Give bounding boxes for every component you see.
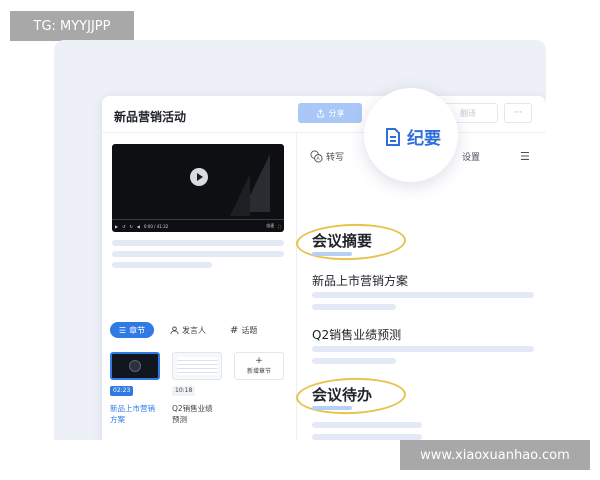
rewind-icon[interactable]: ↺ [122, 224, 125, 229]
tab-topics-label: 话题 [241, 325, 258, 335]
video-time: 0:00 / 41:32 [143, 223, 169, 229]
chapters-icon: ☰ [118, 325, 127, 335]
list-menu-icon[interactable]: ☰ [520, 150, 530, 163]
minutes-badge[interactable]: 纪要 [385, 124, 441, 149]
tab-topics[interactable]: # 话题 [230, 322, 257, 338]
more-button-label: ··· [513, 108, 523, 118]
skeleton-line [312, 304, 396, 310]
video-control-bar: ▶ ↺ ↻ ◀ 0:00 / 41:32 倍速 ⛶ [112, 220, 284, 232]
thumbnail-table [177, 357, 217, 375]
transcribe-tab[interactable]: A 转写 [310, 150, 344, 163]
plus-icon: + [255, 356, 263, 366]
skeleton-line [112, 262, 212, 268]
page-title: 新品营销活动 [114, 110, 187, 124]
video-player[interactable]: ▶ ↺ ↻ ◀ 0:00 / 41:32 倍速 ⛶ [112, 144, 284, 232]
translate-button-label: 翻译 [460, 108, 476, 118]
chapter-title[interactable]: Q2销售业绩 预测 [172, 403, 213, 425]
share-button-label: 分享 [328, 108, 345, 118]
settings-label: 设置 [462, 153, 481, 163]
chapter-title-line: 预测 [172, 415, 187, 424]
transcribe-label: 转写 [326, 153, 345, 163]
chapter-time: 02:23 [110, 386, 134, 396]
chapter-title-line: 新品上市营销 [110, 404, 155, 413]
play-icon[interactable] [190, 168, 208, 186]
forward-icon[interactable]: ↻ [129, 224, 132, 229]
video-graphic-shadow [230, 174, 250, 216]
summary-underline [312, 252, 352, 256]
background-canvas: 新品营销活动 分享 翻译 ··· ▶ ↺ ↻ ◀ 0:00 / 41:32 倍速… [54, 40, 546, 440]
skeleton-line [112, 240, 284, 246]
settings-tab[interactable]: 设置 [462, 150, 480, 163]
chapter-thumbnail[interactable] [172, 352, 222, 380]
screenshot-stage: TG: MYYJJPP 新品营销活动 分享 翻译 ··· ▶ ↺ ↻ ◀ 0:0… [0, 0, 600, 480]
skeleton-line [312, 346, 534, 352]
add-chapter-button[interactable]: + 新增章节 [234, 352, 284, 380]
share-icon [316, 108, 324, 118]
user-icon [170, 325, 179, 334]
chapter-title-line: 方案 [110, 415, 125, 424]
play-small-icon[interactable]: ▶ [115, 224, 118, 229]
minutes-label: 纪要 [407, 129, 441, 149]
skeleton-line [312, 422, 422, 428]
transcribe-icon: A [310, 150, 323, 163]
app-window: 新品营销活动 分享 翻译 ··· ▶ ↺ ↻ ◀ 0:00 / 41:32 倍速… [102, 96, 546, 440]
hash-icon: # [230, 324, 239, 336]
chapter-title-line: Q2销售业绩 [172, 404, 213, 413]
todo-heading: 会议待办 [312, 386, 373, 404]
tab-chapters-label: 章节 [129, 325, 146, 335]
skeleton-line [112, 251, 284, 257]
document-icon [386, 127, 400, 146]
skeleton-line [312, 358, 396, 364]
chapter-title-active[interactable]: 新品上市营销 方案 [110, 403, 155, 425]
chapter-thumbnail[interactable] [110, 352, 160, 380]
add-chapter-label: 新增章节 [246, 368, 271, 375]
watermark-top-left: TG: MYYJJPP [10, 11, 134, 41]
speed-button[interactable]: 倍速 [266, 223, 274, 229]
fullscreen-icon[interactable]: ⛶ [278, 224, 281, 229]
chapter-time: 10:18 [172, 386, 196, 396]
tab-speakers-label: 发言人 [182, 325, 206, 335]
header-divider [102, 132, 546, 133]
watermark-bottom-right: www.xiaoxuanhao.com [400, 440, 590, 470]
volume-icon[interactable]: ◀ [137, 224, 140, 229]
watermark-top-left-text: TG: MYYJJPP [33, 18, 111, 34]
summary-item-1: 新品上市营销方案 [312, 274, 409, 288]
thumbnail-logo-icon [129, 360, 141, 372]
summary-heading: 会议摘要 [312, 232, 373, 250]
summary-item-2: Q2销售业绩预测 [312, 328, 402, 342]
tab-chapters[interactable]: ☰ 章节 [110, 322, 154, 338]
skeleton-line [312, 292, 534, 298]
todo-underline [312, 406, 352, 410]
share-button[interactable]: 分享 [298, 103, 362, 123]
more-button[interactable]: ··· [504, 103, 532, 123]
watermark-bottom-right-text: www.xiaoxuanhao.com [420, 447, 570, 463]
tab-speakers[interactable]: 发言人 [170, 322, 206, 338]
